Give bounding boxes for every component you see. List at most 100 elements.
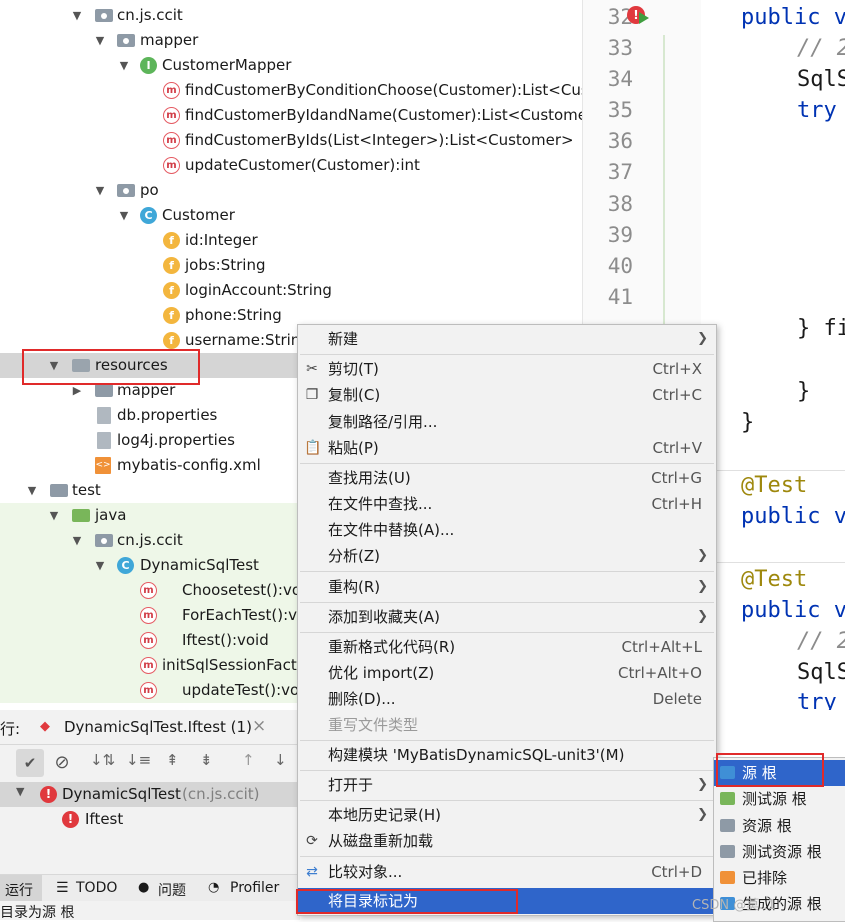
- menu-item-delete[interactable]: 删除(D)... Delete: [298, 686, 716, 712]
- tree-row[interactable]: ▼ mapper: [0, 28, 582, 53]
- menu-item-copy[interactable]: ❐ 复制(C) Ctrl+C: [298, 382, 716, 408]
- submenu-item-resources-root[interactable]: 资源 根: [714, 813, 845, 839]
- test-resources-root-icon: [720, 845, 735, 858]
- highlight-box: [22, 349, 200, 385]
- tree-label: po: [140, 181, 159, 199]
- tree-row[interactable]: f id:Integer: [0, 228, 582, 253]
- expand-all-icon[interactable]: ⇞: [166, 751, 179, 769]
- menu-item-local-history[interactable]: 本地历史记录(H) ❯: [298, 802, 716, 828]
- code-line: try: [797, 98, 837, 123]
- package-icon: [95, 534, 113, 547]
- menu-item-optimize-imports[interactable]: 优化 import(Z) Ctrl+Alt+O: [298, 660, 716, 686]
- tree-row[interactable]: m findCustomerByIdandName(Customer):List…: [0, 103, 582, 128]
- menu-item-new[interactable]: 新建 ❯: [298, 326, 716, 352]
- menu-item-analyze[interactable]: 分析(Z) ❯: [298, 543, 716, 569]
- code-line: public v: [741, 504, 845, 529]
- tab-problems[interactable]: 问题: [158, 880, 186, 900]
- tree-label: phone:String: [185, 306, 282, 324]
- tree-row[interactable]: m findCustomerByIds(List<Integer>):List<…: [0, 128, 582, 153]
- run-icon[interactable]: [639, 12, 649, 24]
- collapse-all-icon[interactable]: ⇟: [200, 751, 213, 769]
- tree-row[interactable]: ▼ C Customer: [0, 203, 582, 228]
- class-icon: C: [140, 207, 157, 224]
- tree-label: findCustomerByConditionChoose(Customer):…: [185, 81, 582, 99]
- chevron-down-icon[interactable]: ▼: [70, 3, 84, 28]
- up-arrow-icon[interactable]: ↑: [242, 751, 255, 769]
- submenu-item-test-sources-root[interactable]: 测试源 根: [714, 786, 845, 812]
- down-arrow-icon[interactable]: ↓: [274, 751, 287, 769]
- menu-item-reformat[interactable]: 重新格式化代码(R) Ctrl+Alt+L: [298, 634, 716, 660]
- run-panel: 行: ◆ DynamicSqlTest.Iftest (1) × ✔ ⊘ ↓⇅ …: [0, 710, 300, 921]
- chevron-down-icon[interactable]: ▼: [70, 528, 84, 553]
- tree-label: test: [72, 481, 101, 499]
- tree-label: log4j.properties: [117, 431, 235, 449]
- result-row[interactable]: ! Iftest: [0, 807, 300, 832]
- menu-item-replace-in-files[interactable]: 在文件中替换(A)...: [298, 517, 716, 543]
- copy-icon: ❐: [305, 387, 319, 403]
- menu-item-build-module[interactable]: 构建模块 'MyBatisDynamicSQL-unit3'(M): [298, 742, 716, 768]
- tree-row[interactable]: ▼ cn.js.ccit: [0, 3, 582, 28]
- field-icon: f: [163, 282, 180, 299]
- scissors-icon: ✂: [306, 361, 318, 377]
- submenu-item-excluded[interactable]: 已排除: [714, 865, 845, 891]
- menu-item-find-usages[interactable]: 查找用法(U) Ctrl+G: [298, 465, 716, 491]
- chevron-down-icon[interactable]: ▼: [117, 203, 131, 228]
- menu-item-copy-path[interactable]: 复制路径/引用...: [298, 409, 716, 435]
- sort-duration-icon[interactable]: ↓≡: [126, 751, 151, 769]
- tree-label: Customer: [162, 206, 235, 224]
- run-label: 行:: [0, 720, 21, 738]
- tree-row[interactable]: m updateCustomer(Customer):int: [0, 153, 582, 178]
- chevron-down-icon[interactable]: ▼: [93, 28, 107, 53]
- menu-item-refactor[interactable]: 重构(R) ❯: [298, 574, 716, 600]
- submenu-arrow-icon: ❯: [697, 331, 708, 346]
- close-icon[interactable]: ×: [252, 716, 266, 736]
- resources-root-icon: [720, 819, 735, 832]
- chevron-down-icon[interactable]: ▼: [25, 478, 39, 503]
- menu-item-compare-with[interactable]: ⇄ 比较对象... Ctrl+D: [298, 859, 716, 885]
- run-tab-title[interactable]: DynamicSqlTest.Iftest (1): [64, 718, 252, 736]
- menu-item-paste[interactable]: 📋 粘贴(P) Ctrl+V: [298, 435, 716, 461]
- clipboard-icon: 📋: [304, 440, 322, 456]
- code-line: SqlS: [797, 67, 845, 92]
- submenu-arrow-icon: ❯: [697, 548, 708, 563]
- tree-row[interactable]: f loginAccount:String: [0, 278, 582, 303]
- chevron-down-icon[interactable]: ▼: [47, 503, 61, 528]
- error-icon: !: [62, 811, 79, 828]
- interface-icon: I: [140, 57, 157, 74]
- tab-todo[interactable]: TODO: [76, 880, 117, 896]
- check-icon[interactable]: ✔: [16, 749, 44, 777]
- line-number: 41: [607, 285, 633, 309]
- chevron-down-icon[interactable]: ▼: [117, 53, 131, 78]
- method-separator: [701, 470, 845, 471]
- tree-label: mybatis-config.xml: [117, 456, 261, 474]
- tree-row[interactable]: ▼ I CustomerMapper: [0, 53, 582, 78]
- chevron-down-icon[interactable]: ▼: [93, 178, 107, 203]
- tab-run[interactable]: 运行: [5, 880, 33, 900]
- compare-icon: ⇄: [306, 864, 318, 880]
- field-icon: f: [163, 257, 180, 274]
- menu-item-reload-from-disk[interactable]: ⟳ 从磁盘重新加载: [298, 828, 716, 854]
- chevron-down-icon[interactable]: ▼: [16, 785, 24, 798]
- menu-item-cut[interactable]: ✂ 剪切(T) Ctrl+X: [298, 356, 716, 382]
- menu-item-find-in-files[interactable]: 在文件中查找... Ctrl+H: [298, 491, 716, 517]
- bottom-tool-tabs: 运行 ☰ TODO ● 问题 ◔ Profiler: [0, 874, 300, 901]
- line-number: 32: [607, 5, 633, 29]
- submenu-item-test-resources-root[interactable]: 测试资源 根: [714, 839, 845, 865]
- xml-file-icon: <>: [95, 457, 111, 474]
- tree-label: updateCustomer(Customer):int: [185, 156, 420, 174]
- tree-row[interactable]: ▼ po: [0, 178, 582, 203]
- method-icon: m: [163, 157, 180, 174]
- tab-profiler[interactable]: Profiler: [230, 880, 279, 896]
- status-bar-text: 目录为源 根: [0, 905, 75, 921]
- menu-item-add-favorites[interactable]: 添加到收藏夹(A) ❯: [298, 604, 716, 630]
- tree-row[interactable]: f jobs:String: [0, 253, 582, 278]
- test-diamond-icon: ◆: [40, 719, 50, 734]
- stop-icon[interactable]: ⊘: [48, 749, 76, 777]
- menu-item-open-in[interactable]: 打开于 ❯: [298, 772, 716, 798]
- tree-row[interactable]: m findCustomerByConditionChoose(Customer…: [0, 78, 582, 103]
- sort-icon[interactable]: ↓⇅: [90, 751, 115, 769]
- result-row[interactable]: ▼ ! DynamicSqlTest (cn.js.ccit): [0, 782, 300, 807]
- chevron-down-icon[interactable]: ▼: [93, 553, 107, 578]
- field-icon: f: [163, 232, 180, 249]
- line-number: 37: [607, 160, 633, 184]
